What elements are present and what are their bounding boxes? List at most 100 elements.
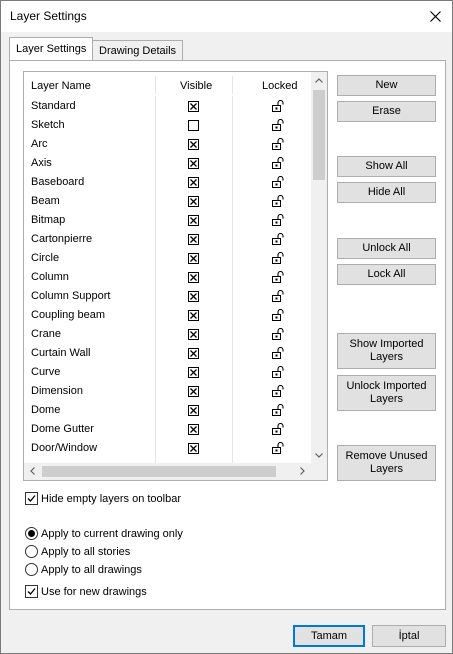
unlock-all-button[interactable]: Unlock All xyxy=(337,238,436,259)
lock-all-button[interactable]: Lock All xyxy=(337,264,436,285)
apply-all-drawings-label: Apply to all drawings xyxy=(41,563,142,576)
table-row[interactable]: Coupling beam xyxy=(24,306,311,325)
use-for-new-drawings-checkbox[interactable]: Use for new drawings xyxy=(25,585,147,598)
apply-current-drawing-radio[interactable]: Apply to current drawing only xyxy=(25,527,183,540)
unlocked-padlock-icon[interactable] xyxy=(272,309,285,321)
visible-checked-icon[interactable] xyxy=(188,443,199,454)
visible-checked-icon[interactable] xyxy=(188,196,199,207)
new-button[interactable]: New xyxy=(337,75,436,96)
visible-unchecked-icon[interactable] xyxy=(188,120,199,131)
table-row[interactable]: Beam xyxy=(24,192,311,211)
table-row[interactable]: Dimension xyxy=(24,382,311,401)
layer-name: Circle xyxy=(31,252,60,264)
layer-name: Cartonpierre xyxy=(31,233,93,245)
unlocked-padlock-icon[interactable] xyxy=(272,347,285,359)
visible-checked-icon[interactable] xyxy=(188,272,199,283)
checkbox-box[interactable] xyxy=(25,585,38,598)
remove-unused-layers-button[interactable]: Remove Unused Layers xyxy=(337,445,436,481)
apply-current-drawing-label: Apply to current drawing only xyxy=(41,527,183,540)
table-row[interactable]: Column Support xyxy=(24,287,311,306)
table-row[interactable]: Cartonpierre xyxy=(24,230,311,249)
show-all-button[interactable]: Show All xyxy=(337,156,436,177)
horizontal-scrollbar[interactable] xyxy=(24,463,311,480)
radio-button-selected[interactable] xyxy=(25,527,38,540)
table-row[interactable]: Column xyxy=(24,268,311,287)
unlocked-padlock-icon[interactable] xyxy=(272,404,285,416)
visible-checked-icon[interactable] xyxy=(188,386,199,397)
table-row[interactable]: Crane xyxy=(24,325,311,344)
radio-button[interactable] xyxy=(25,563,38,576)
unlock-imported-layers-button[interactable]: Unlock Imported Layers xyxy=(337,375,436,411)
table-row[interactable]: Curtain Wall xyxy=(24,344,311,363)
table-row[interactable]: Standard xyxy=(24,97,311,116)
apply-all-stories-radio[interactable]: Apply to all stories xyxy=(25,545,130,558)
table-row[interactable]: Curve xyxy=(24,363,311,382)
cancel-button[interactable]: İptal xyxy=(372,625,446,647)
unlocked-padlock-icon[interactable] xyxy=(272,252,285,264)
horizontal-scroll-thumb[interactable] xyxy=(42,466,276,477)
unlocked-padlock-icon[interactable] xyxy=(272,214,285,226)
scroll-down-icon[interactable] xyxy=(315,453,323,458)
visible-checked-icon[interactable] xyxy=(188,424,199,435)
unlocked-padlock-icon[interactable] xyxy=(272,271,285,283)
apply-all-drawings-radio[interactable]: Apply to all drawings xyxy=(25,563,142,576)
unlocked-padlock-icon[interactable] xyxy=(272,157,285,169)
table-row[interactable]: Sketch xyxy=(24,116,311,135)
visible-checked-icon[interactable] xyxy=(188,253,199,264)
visible-checked-icon[interactable] xyxy=(188,329,199,340)
table-row[interactable]: Dome xyxy=(24,401,311,420)
table-row[interactable]: Baseboard xyxy=(24,173,311,192)
close-button[interactable] xyxy=(418,1,452,32)
table-row[interactable]: Bitmap xyxy=(24,211,311,230)
unlocked-padlock-icon[interactable] xyxy=(272,176,285,188)
visible-checked-icon[interactable] xyxy=(188,310,199,321)
scroll-right-icon[interactable] xyxy=(300,467,305,475)
ok-button[interactable]: Tamam xyxy=(293,625,365,647)
unlocked-padlock-icon[interactable] xyxy=(272,138,285,150)
visible-checked-icon[interactable] xyxy=(188,291,199,302)
erase-button[interactable]: Erase xyxy=(337,101,436,122)
visible-checked-icon[interactable] xyxy=(188,348,199,359)
unlocked-padlock-icon[interactable] xyxy=(272,100,285,112)
table-row[interactable]: Arc xyxy=(24,135,311,154)
vertical-scrollbar[interactable] xyxy=(311,72,327,464)
visible-checked-icon[interactable] xyxy=(188,177,199,188)
unlocked-padlock-icon[interactable] xyxy=(272,366,285,378)
show-imported-layers-button[interactable]: Show Imported Layers xyxy=(337,333,436,369)
table-row[interactable]: Axis xyxy=(24,154,311,173)
table-row[interactable]: Dome Gutter xyxy=(24,420,311,439)
scroll-up-icon[interactable] xyxy=(315,78,323,83)
column-header-visible[interactable]: Visible xyxy=(180,80,212,92)
tab-drawing-details[interactable]: Drawing Details xyxy=(92,40,184,62)
table-row[interactable]: Circle xyxy=(24,249,311,268)
title-bar: Layer Settings xyxy=(1,1,452,32)
column-header-locked[interactable]: Locked xyxy=(262,80,297,92)
hide-empty-layers-checkbox[interactable]: Hide empty layers on toolbar xyxy=(25,492,181,505)
unlocked-padlock-icon[interactable] xyxy=(272,233,285,245)
column-header-layer-name[interactable]: Layer Name xyxy=(31,80,91,92)
check-icon xyxy=(27,495,36,502)
unlocked-padlock-icon[interactable] xyxy=(272,442,285,454)
visible-checked-icon[interactable] xyxy=(188,101,199,112)
hide-all-button[interactable]: Hide All xyxy=(337,182,436,203)
unlocked-padlock-icon[interactable] xyxy=(272,119,285,131)
visible-checked-icon[interactable] xyxy=(188,367,199,378)
vertical-scroll-thumb[interactable] xyxy=(313,90,325,180)
checkbox-box[interactable] xyxy=(25,492,38,505)
visible-checked-icon[interactable] xyxy=(188,234,199,245)
table-row[interactable]: Door/Window xyxy=(24,439,311,458)
unlocked-padlock-icon[interactable] xyxy=(272,328,285,340)
visible-checked-icon[interactable] xyxy=(188,215,199,226)
unlocked-padlock-icon[interactable] xyxy=(272,423,285,435)
tab-layer-settings[interactable]: Layer Settings xyxy=(9,37,94,60)
visible-checked-icon[interactable] xyxy=(188,158,199,169)
unlocked-padlock-icon[interactable] xyxy=(272,385,285,397)
layer-name: Bitmap xyxy=(31,214,66,226)
scroll-left-icon[interactable] xyxy=(30,467,35,475)
unlocked-padlock-icon[interactable] xyxy=(272,290,285,302)
layer-name: Curve xyxy=(31,366,61,378)
visible-checked-icon[interactable] xyxy=(188,139,199,150)
radio-button[interactable] xyxy=(25,545,38,558)
visible-checked-icon[interactable] xyxy=(188,405,199,416)
unlocked-padlock-icon[interactable] xyxy=(272,195,285,207)
